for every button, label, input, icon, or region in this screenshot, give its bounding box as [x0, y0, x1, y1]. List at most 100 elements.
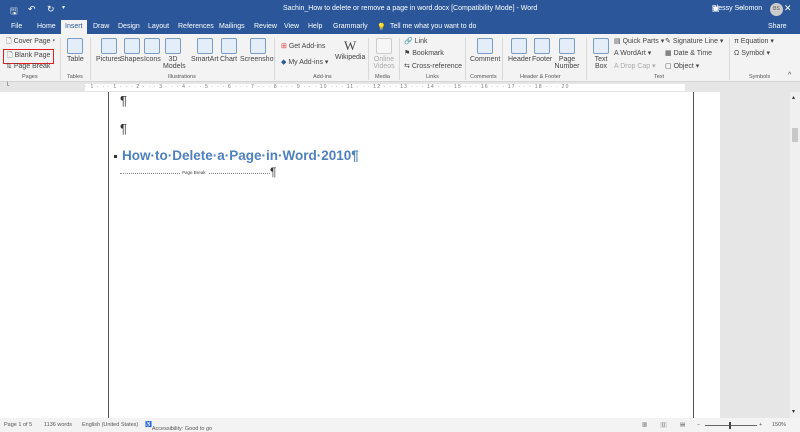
group-label-addins: Add-ins [313, 74, 332, 80]
page-break-label: Page Break [180, 170, 208, 175]
redo-icon[interactable]: ↻ [47, 4, 55, 15]
tab-insert[interactable]: Insert [61, 20, 87, 34]
save-icon[interactable]: 🖫 [10, 4, 18, 20]
footer-icon [534, 38, 551, 54]
tell-me-input[interactable]: Tell me what you want to do [390, 23, 476, 30]
smartart-icon [196, 38, 213, 54]
tab-draw[interactable]: Draw [93, 23, 109, 30]
screenshot-button[interactable]: Screenshot [240, 38, 275, 63]
label: Online Videos [373, 56, 395, 70]
scroll-up-icon[interactable]: ▴ [792, 94, 795, 101]
zoom-slider[interactable] [705, 425, 757, 426]
label: Accessibility: Good to go [151, 426, 213, 432]
zoom-out-button[interactable]: − [697, 422, 700, 428]
close-icon[interactable]: ✕ [784, 3, 792, 14]
pictures-button[interactable]: Pictures [96, 38, 121, 63]
label: Page Number [554, 56, 580, 70]
tab-selector-icon[interactable]: └ [5, 83, 9, 89]
icons-button[interactable]: Icons [144, 38, 161, 63]
collapse-ribbon-icon[interactable]: ^ [788, 72, 791, 79]
group-label-links: Links [426, 74, 439, 80]
group-label-media: Media [375, 74, 390, 80]
label: 3D Models [163, 56, 186, 70]
scroll-down-icon[interactable]: ▾ [792, 408, 795, 415]
document-canvas[interactable] [0, 92, 790, 418]
comment-icon [477, 38, 494, 54]
quick-parts-button[interactable]: ▤ Quick Parts ▾ [614, 37, 664, 45]
paragraph-mark: ¶ [120, 93, 127, 108]
date-time-button[interactable]: ▦ Date & Time [665, 49, 712, 57]
wordart-button[interactable]: A WordArt ▾ [614, 49, 651, 57]
cover-page-button[interactable]: 🗋 Cover Page ▾ [6, 37, 55, 48]
tab-grammarly[interactable]: Grammarly [333, 23, 368, 30]
label: Table [67, 56, 84, 63]
shapes-button[interactable]: Shapes [120, 38, 144, 63]
print-layout-icon[interactable]: ▯ [660, 422, 668, 428]
label: Date & Time [673, 50, 713, 57]
tab-references[interactable]: References [178, 23, 214, 30]
bullet-mark [114, 155, 117, 158]
link-button[interactable]: 🔗 Link [404, 37, 428, 45]
zoom-in-button[interactable]: + [759, 422, 762, 428]
object-button[interactable]: ▢ Object ▾ [665, 62, 699, 70]
ribbon-display-icon[interactable]: ▣ [712, 4, 720, 13]
footer-button[interactable]: Footer [532, 38, 552, 63]
bookmark-button[interactable]: ⚑ Bookmark [404, 49, 444, 57]
vertical-scrollbar[interactable]: ▴ ▾ [790, 92, 800, 418]
page-count[interactable]: Page 1 of 5 [4, 422, 32, 428]
tab-help[interactable]: Help [308, 23, 322, 30]
cross-reference-button[interactable]: ⇆ Cross-reference [404, 62, 462, 70]
smartart-button[interactable]: SmartArt [191, 38, 219, 63]
drop-cap-button[interactable]: A Drop Cap ▾ [614, 62, 656, 70]
share-button[interactable]: Share [768, 23, 787, 30]
table-button[interactable]: Table [67, 38, 84, 63]
wikipedia-button[interactable]: W Wikipedia [335, 38, 365, 61]
divider [90, 38, 91, 80]
online-videos-button[interactable]: Online Videos [373, 38, 395, 70]
zoom-level[interactable]: 150% [772, 422, 786, 428]
comment-button[interactable]: Comment [470, 38, 500, 63]
page-number-button[interactable]: Page Number [553, 38, 581, 70]
tab-view[interactable]: View [284, 23, 299, 30]
customize-qat-icon[interactable]: ▾ [62, 4, 65, 11]
get-addins-button[interactable]: ⊞ Get Add-ins [281, 42, 325, 50]
read-mode-icon[interactable]: ▥ [642, 422, 647, 428]
zoom-slider-thumb[interactable] [729, 422, 731, 429]
3d-models-button[interactable]: 3D Models [163, 38, 186, 70]
group-label-illustrations: Illustrations [168, 74, 196, 80]
label: Blank Page [14, 52, 51, 59]
divider [399, 38, 400, 80]
status-bar: Page 1 of 5 1136 words English (United S… [0, 418, 800, 432]
tab-design[interactable]: Design [118, 23, 140, 30]
scroll-thumb[interactable] [792, 128, 798, 142]
label: Pictures [96, 56, 122, 63]
word-count[interactable]: 1136 words [44, 422, 72, 428]
picture-icon [100, 38, 117, 54]
tab-layout[interactable]: Layout [148, 23, 169, 30]
page-break-button[interactable]: ⇅ Page Break [6, 62, 50, 70]
tab-review[interactable]: Review [254, 23, 277, 30]
signature-line-button[interactable]: ✎ Signature Line ▾ [665, 37, 723, 45]
tab-home[interactable]: Home [37, 23, 56, 30]
label: Signature Line [672, 38, 718, 45]
symbol-button[interactable]: Ω Symbol ▾ [734, 49, 770, 57]
accessibility-status[interactable]: ♿ Accessibility: Good to go [145, 422, 212, 432]
label: Header [508, 56, 531, 63]
undo-icon[interactable]: ↶ [28, 4, 36, 15]
minimize-icon[interactable]: – [738, 2, 743, 12]
icons-icon [144, 38, 161, 54]
text-box-button[interactable]: Text Box [592, 38, 610, 70]
equation-button[interactable]: π Equation ▾ [734, 37, 774, 45]
tab-file[interactable]: File [11, 23, 22, 30]
screenshot-icon [249, 38, 266, 54]
heading[interactable]: How·to·Delete·a·Page·in·Word·2010¶ [122, 148, 359, 163]
language[interactable]: English (United States) [82, 422, 138, 428]
chart-button[interactable]: Chart [220, 38, 237, 63]
tab-mailings[interactable]: Mailings [219, 23, 245, 30]
my-addins-button[interactable]: ◆ My Add-ins ▾ [281, 58, 328, 66]
label: Text Box [594, 56, 608, 70]
header-button[interactable]: Header [508, 38, 531, 63]
web-layout-icon[interactable]: ▤ [680, 422, 685, 428]
label: Object [673, 63, 694, 70]
divider [60, 38, 61, 80]
